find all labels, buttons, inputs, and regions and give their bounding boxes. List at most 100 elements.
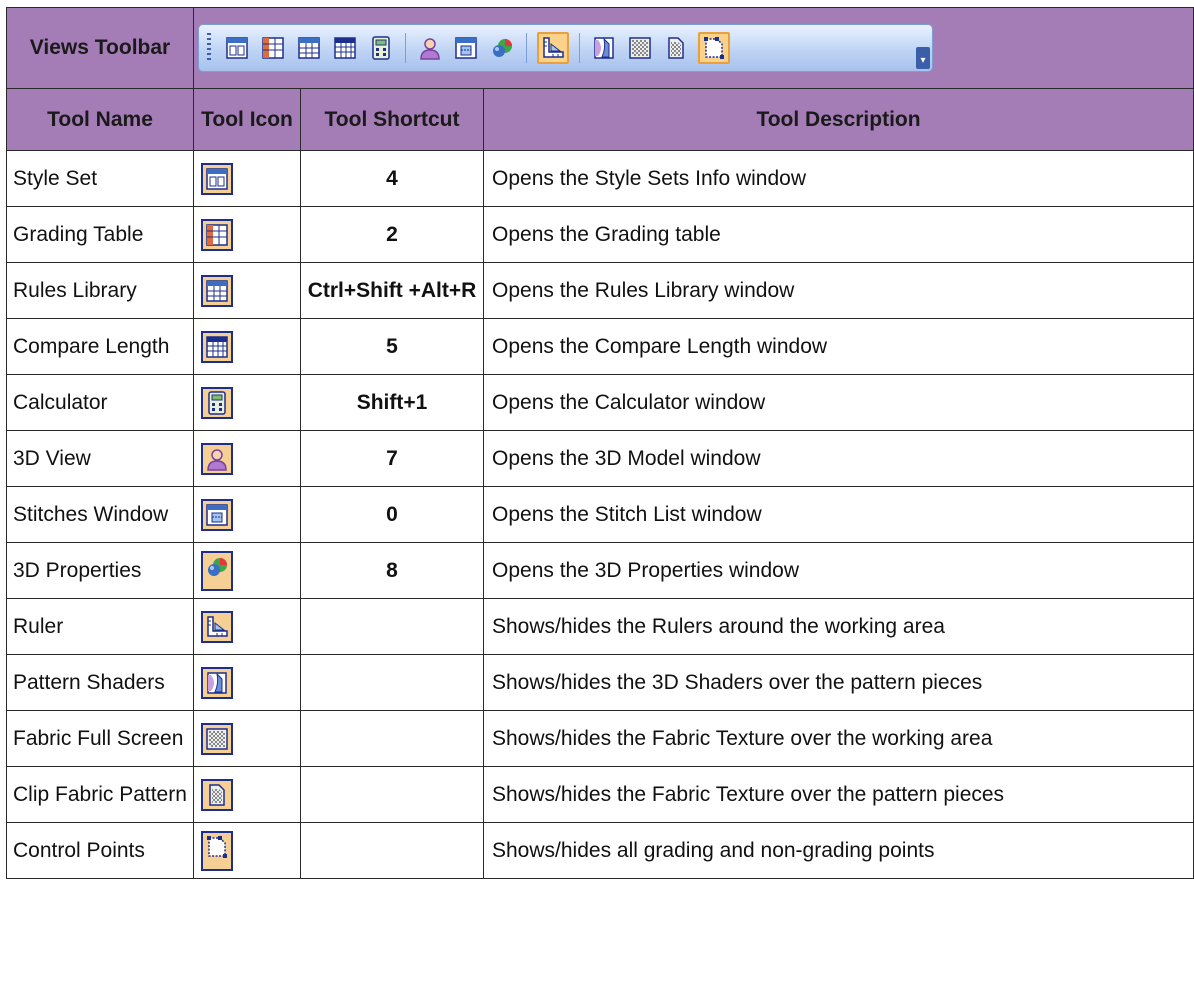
toolbar-button-3d-view-icon[interactable] <box>416 34 444 62</box>
tool-description: Shows/hides all grading and non-grading … <box>482 822 1194 879</box>
calculator-icon <box>369 36 393 65</box>
tool-icon-cell <box>193 542 301 599</box>
tool-description: Opens the Calculator window <box>482 374 1194 431</box>
toolbar-button-3d-properties-icon[interactable] <box>488 34 516 62</box>
3d-view-icon <box>201 442 233 475</box>
tool-name: Fabric Full Screen <box>6 710 194 767</box>
tool-name: Stitches Window <box>6 486 194 543</box>
tool-name: Ruler <box>6 598 194 655</box>
control-points-icon <box>702 36 726 65</box>
table-row: Fabric Full Screen Shows/hides the Fabric… <box>6 710 1194 767</box>
tool-icon-cell <box>193 598 301 655</box>
header-tool-shortcut: Tool Shortcut <box>300 88 484 151</box>
tool-icon-cell <box>193 206 301 263</box>
tool-description: Opens the Grading table <box>482 206 1194 263</box>
tool-icon-cell <box>193 150 301 207</box>
3d-view-icon <box>418 36 442 65</box>
toolbar-separator <box>579 33 580 63</box>
tool-icon-cell <box>193 766 301 823</box>
tool-name: Style Set <box>6 150 194 207</box>
header-row: Tool Name Tool Icon Tool Shortcut Tool D… <box>6 88 1194 151</box>
fabric-full-screen-icon <box>201 722 233 755</box>
toolbar-button-rules-library-icon[interactable] <box>295 34 323 62</box>
tool-shortcut: 0 <box>300 486 484 543</box>
table-row: Stitches Window 0 Opens the Stitch List wi… <box>6 486 1194 543</box>
toolbar-button-control-points-icon[interactable] <box>698 32 730 64</box>
ruler-icon <box>541 36 565 65</box>
table-row: Compare Length 5 Opens the Compare Length … <box>6 318 1194 375</box>
compare-length-icon <box>333 36 357 65</box>
toolbar-button-style-set-icon[interactable] <box>223 34 251 62</box>
tool-shortcut: Ctrl+Shift +Alt+R <box>300 262 484 319</box>
tool-description: Opens the 3D Properties window <box>482 542 1194 599</box>
tool-icon-cell <box>193 710 301 767</box>
table-row: Rules Library Ctrl+Shift +Alt+R Opens the … <box>6 262 1194 319</box>
toolbar-button-clip-fabric-pattern-icon[interactable] <box>662 34 690 62</box>
tool-shortcut: 7 <box>300 430 484 487</box>
toolbar-button-stitches-window-icon[interactable] <box>452 34 480 62</box>
toolbar-separator <box>405 33 406 63</box>
tool-description: Opens the 3D Model window <box>482 430 1194 487</box>
tool-name: Clip Fabric Pattern <box>6 766 194 823</box>
pattern-shaders-icon <box>201 666 233 699</box>
table-row: Ruler Shows/hides the Rulers around the w… <box>6 598 1194 655</box>
toolbar-grip[interactable] <box>207 33 211 63</box>
tool-icon-cell <box>193 374 301 431</box>
tool-shortcut <box>300 766 484 823</box>
control-points-icon <box>201 830 233 871</box>
table-row: Style Set 4 Opens the Style Sets Info wind… <box>6 150 1194 207</box>
tool-description: Opens the Style Sets Info window <box>482 150 1194 207</box>
tools-table: Views Toolbar ▾ Tool Name Tool Icon Tool… <box>6 7 1194 879</box>
style-set-icon <box>201 162 233 195</box>
tool-name: 3D Properties <box>6 542 194 599</box>
toolbar-button-fabric-full-screen-icon[interactable] <box>626 34 654 62</box>
table-row: Control Points Shows/hides all grading an… <box>6 822 1194 879</box>
tool-shortcut: 2 <box>300 206 484 263</box>
tool-icon-cell <box>193 430 301 487</box>
toolbar-button-pattern-shaders-icon[interactable] <box>590 34 618 62</box>
tool-description: Opens the Rules Library window <box>482 262 1194 319</box>
calculator-icon <box>201 386 233 419</box>
tool-icon-cell <box>193 262 301 319</box>
table-row: Calculator Shift+1 Opens the Calculator wi… <box>6 374 1194 431</box>
tool-icon-cell <box>193 486 301 543</box>
tool-description: Shows/hides the Fabric Texture over the … <box>482 766 1194 823</box>
grading-table-icon <box>261 36 285 65</box>
toolbar-title: Views Toolbar <box>6 7 194 89</box>
tool-shortcut <box>300 598 484 655</box>
tool-name: Calculator <box>6 374 194 431</box>
header-tool-name: Tool Name <box>6 88 194 151</box>
3d-properties-icon <box>201 550 233 591</box>
table-row: 3D View 7 Opens the 3D Model window <box>6 430 1194 487</box>
table-row: 3D Properties 8 Opens the 3D Properties wi… <box>6 542 1194 599</box>
toolbar-button-calculator-icon[interactable] <box>367 34 395 62</box>
tool-name: Rules Library <box>6 262 194 319</box>
table-row: Clip Fabric Pattern Shows/hides the Fabri… <box>6 766 1194 823</box>
tool-name: 3D View <box>6 430 194 487</box>
tool-icon-cell <box>193 822 301 879</box>
tool-shortcut: Shift+1 <box>300 374 484 431</box>
rules-library-icon <box>297 36 321 65</box>
tool-name: Compare Length <box>6 318 194 375</box>
toolbar-overflow-chevron-icon[interactable]: ▾ <box>916 47 930 69</box>
tool-icon-cell <box>193 654 301 711</box>
stitches-window-icon <box>454 36 478 65</box>
clip-fabric-pattern-icon <box>664 36 688 65</box>
header-tool-description: Tool Description <box>482 88 1194 151</box>
toolbar-preview-cell: ▾ <box>192 7 1194 89</box>
tool-shortcut: 5 <box>300 318 484 375</box>
toolbar-button-grading-table-icon[interactable] <box>259 34 287 62</box>
tool-description: Shows/hides the Rulers around the workin… <box>482 598 1194 655</box>
tool-name: Control Points <box>6 822 194 879</box>
stitches-window-icon <box>201 498 233 531</box>
toolbar-button-compare-length-icon[interactable] <box>331 34 359 62</box>
grading-table-icon <box>201 218 233 251</box>
tool-name: Grading Table <box>6 206 194 263</box>
fabric-full-screen-icon <box>628 36 652 65</box>
toolbar-button-ruler-icon[interactable] <box>537 32 569 64</box>
tool-shortcut: 8 <box>300 542 484 599</box>
tool-description: Shows/hides the 3D Shaders over the patt… <box>482 654 1194 711</box>
views-toolbar[interactable]: ▾ <box>198 24 933 72</box>
tool-icon-cell <box>193 318 301 375</box>
tool-description: Opens the Stitch List window <box>482 486 1194 543</box>
